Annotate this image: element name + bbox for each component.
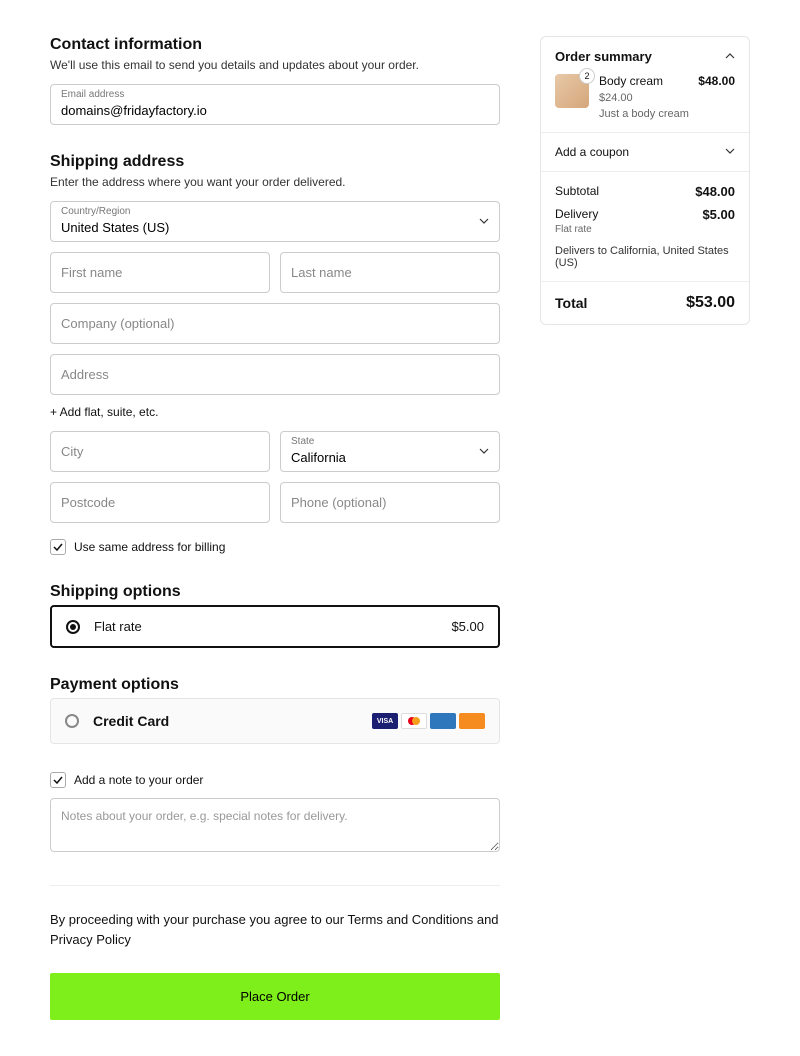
first-name-wrapper[interactable] — [50, 252, 270, 293]
flat-rate-option[interactable]: Flat rate $5.00 — [50, 605, 500, 648]
shipping-options-heading: Shipping options — [50, 583, 500, 601]
email-field-wrapper[interactable]: Email address — [50, 84, 500, 125]
add-coupon-toggle[interactable]: Add a coupon — [555, 145, 735, 159]
last-name-field[interactable] — [281, 253, 499, 292]
place-order-button[interactable]: Place Order — [50, 973, 500, 1020]
flat-rate-price: $5.00 — [451, 619, 484, 634]
first-name-field[interactable] — [51, 253, 269, 292]
order-summary-card: Order summary 2 Body cream $48.00 $24.00… — [540, 36, 750, 325]
contact-desc: We'll use this email to send you details… — [50, 58, 500, 72]
shipping-heading: Shipping address — [50, 153, 500, 171]
item-desc: Just a body cream — [599, 108, 735, 120]
postcode-field[interactable] — [51, 483, 269, 522]
item-thumbnail: 2 — [555, 74, 589, 108]
credit-card-option[interactable]: Credit Card VISA — [50, 698, 500, 744]
radio-unchecked-icon — [65, 714, 79, 728]
cart-item: 2 Body cream $48.00 $24.00 Just a body c… — [555, 74, 735, 120]
chevron-down-icon — [725, 145, 735, 159]
order-summary-heading: Order summary — [555, 49, 652, 64]
total-value: $53.00 — [686, 294, 735, 312]
city-wrapper[interactable] — [50, 431, 270, 472]
total-label: Total — [555, 295, 587, 311]
flat-rate-label: Flat rate — [94, 619, 437, 634]
delivery-value: $5.00 — [702, 207, 735, 222]
phone-field[interactable] — [281, 483, 499, 522]
same-billing-label: Use same address for billing — [74, 540, 225, 554]
delivery-sub: Flat rate — [555, 224, 735, 235]
add-note-label: Add a note to your order — [74, 773, 203, 787]
amex-icon — [430, 713, 456, 729]
add-note-checkbox[interactable] — [50, 772, 66, 788]
visa-icon: VISA — [372, 713, 398, 729]
payment-heading: Payment options — [50, 676, 500, 694]
country-label: Country/Region — [61, 206, 130, 217]
city-field[interactable] — [51, 432, 269, 471]
add-coupon-label: Add a coupon — [555, 145, 629, 159]
state-select-wrapper[interactable]: State — [280, 431, 500, 472]
order-summary-toggle[interactable]: Order summary — [555, 49, 735, 64]
same-billing-checkbox[interactable] — [50, 539, 66, 555]
company-field[interactable] — [51, 304, 499, 343]
last-name-wrapper[interactable] — [280, 252, 500, 293]
chevron-up-icon — [725, 49, 735, 64]
email-label: Email address — [61, 89, 124, 100]
item-unit-price: $24.00 — [599, 92, 735, 104]
postcode-wrapper[interactable] — [50, 482, 270, 523]
item-qty-badge: 2 — [579, 68, 595, 84]
address-wrapper[interactable] — [50, 354, 500, 395]
credit-card-label: Credit Card — [93, 713, 358, 729]
add-flat-link[interactable]: + Add flat, suite, etc. — [50, 405, 500, 419]
subtotal-label: Subtotal — [555, 184, 599, 199]
country-select-wrapper[interactable]: Country/Region — [50, 201, 500, 242]
contact-heading: Contact information — [50, 36, 500, 54]
delivery-label: Delivery — [555, 207, 598, 222]
discover-icon — [459, 713, 485, 729]
terms-text: By proceeding with your purchase you agr… — [50, 910, 500, 949]
radio-checked-icon — [66, 620, 80, 634]
state-label: State — [291, 436, 314, 447]
order-notes-textarea[interactable] — [50, 798, 500, 852]
item-total: $48.00 — [698, 74, 735, 88]
divider — [50, 885, 500, 886]
delivers-to: Delivers to California, United States (U… — [555, 245, 735, 269]
subtotal-value: $48.00 — [695, 184, 735, 199]
phone-wrapper[interactable] — [280, 482, 500, 523]
card-icons: VISA — [372, 713, 485, 729]
mastercard-icon — [401, 713, 427, 729]
shipping-desc: Enter the address where you want your or… — [50, 175, 500, 189]
company-wrapper[interactable] — [50, 303, 500, 344]
item-name: Body cream — [599, 74, 663, 88]
address-field[interactable] — [51, 355, 499, 394]
